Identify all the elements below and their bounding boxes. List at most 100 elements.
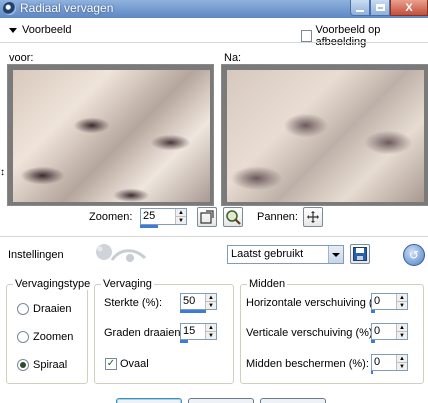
pan-handle-icon: ↕ [0,167,5,178]
radio-draaien[interactable]: Draaien [17,303,72,315]
radio-spiraal[interactable]: Spiraal [17,359,67,371]
spin-down-icon[interactable]: ▼ [397,301,407,309]
radio-label-zoomen: Zoomen [33,331,74,343]
spin-down-icon[interactable]: ▼ [397,331,407,339]
preview-on-image-label: Voorbeeld op afbeelding [315,24,381,48]
radio-label-draaien: Draaien [33,303,72,315]
rotate-slider-bar[interactable] [180,340,188,343]
spin-up-icon[interactable]: ▲ [397,355,407,362]
zoom-fit-button[interactable] [197,207,217,227]
settings-divider [0,236,428,237]
spin-up-icon[interactable]: ▲ [206,324,216,331]
radio-dot-icon [20,362,26,368]
spin-up-icon[interactable]: ▲ [206,294,216,301]
zoom-spinbox[interactable]: 25 ▲ ▼ [140,208,187,225]
zoom-fit-icon [200,210,214,224]
zoom-spin-arrows[interactable]: ▲ ▼ [175,209,186,224]
spin-down-icon[interactable]: ▼ [397,362,407,370]
zoom-label: Zoomen: [89,211,133,223]
vshift-spin-arrows[interactable]: ▲ ▼ [396,324,407,339]
header-divider [0,42,428,43]
after-preview[interactable] [221,64,428,206]
window-title: Radiaal vervagen [20,1,114,15]
close-button[interactable]: X [390,0,428,16]
hshift-spin-arrows[interactable]: ▲ ▼ [396,294,407,309]
protect-spinbox[interactable]: 0 ▲ ▼ [371,354,408,371]
protect-label: Midden beschermen (%): [246,358,369,370]
preview-toggle-label: Voorbeeld [22,24,72,36]
radio-label-spiraal: Spiraal [33,359,68,371]
settings-label: Instellingen [8,249,64,261]
radio-button[interactable] [17,331,29,343]
spin-up-icon[interactable]: ▲ [397,294,407,301]
before-preview[interactable] [7,64,214,206]
zoom-value[interactable]: 25 [141,209,175,224]
help-button[interactable] [260,398,326,403]
oval-checkbox[interactable]: ✓ Ovaal [105,358,149,370]
collapse-arrow-icon [9,27,17,33]
vshift-spinbox[interactable]: 0 ▲ ▼ [371,323,408,340]
radio-zoomen[interactable]: Zoomen [17,331,73,343]
rotate-spinbox[interactable]: 15 ▲ ▼ [180,323,217,340]
minimize-icon [356,9,364,12]
spin-up-icon[interactable]: ▲ [397,324,407,331]
maximize-button[interactable] [370,0,390,16]
before-label: voor: [9,52,34,64]
watermark-logo [96,244,147,262]
pan-label: Pannen: [257,211,298,223]
spin-down-icon[interactable]: ▼ [206,301,216,309]
dropdown-arrow-icon[interactable] [328,246,343,263]
cancel-button[interactable] [188,398,254,403]
zoom-actual-size-button[interactable] [223,207,243,227]
reset-button[interactable]: ↺ [403,244,425,266]
floppy-disk-icon [353,247,367,261]
spin-down-icon[interactable]: ▼ [176,216,186,224]
rotate-spin-arrows[interactable]: ▲ ▼ [205,324,216,339]
preset-dropdown[interactable]: Laatst gebruikt [227,245,344,264]
strength-spinbox[interactable]: 50 ▲ ▼ [180,293,217,310]
app-icon[interactable] [3,2,16,15]
preset-value: Laatst gebruikt [231,248,304,260]
radio-button[interactable] [17,303,29,315]
hshift-label: Horizontale verschuiving (%): [246,297,390,309]
spin-up-icon[interactable]: ▲ [176,209,186,216]
protect-value[interactable]: 0 [372,355,396,370]
close-icon: X [405,1,413,14]
hshift-spinbox[interactable]: 0 ▲ ▼ [371,293,408,310]
strength-label: Sterkte (%): [104,297,163,309]
maximize-icon [375,4,385,11]
center-title: Midden [247,278,288,290]
oval-label: Ovaal [120,358,149,370]
radio-button-selected[interactable] [17,359,29,371]
rotate-value[interactable]: 15 [181,324,205,339]
strength-slider-bar[interactable] [180,310,206,313]
reset-arrow-icon: ↺ [408,248,420,262]
protect-slider-bar[interactable] [371,371,373,374]
blur-type-group: Vervagingstype Draaien Zoomen Spiraal [6,278,93,384]
vshift-value[interactable]: 0 [372,324,396,339]
minimize-button[interactable] [350,0,370,16]
blur-title: Vervaging [101,278,154,290]
strength-value[interactable]: 50 [181,294,205,309]
protect-spin-arrows[interactable]: ▲ ▼ [396,355,407,370]
ok-button[interactable] [116,398,182,403]
blur-type-title: Vervagingstype [13,278,93,290]
zoom-slider-bar[interactable] [140,225,158,228]
vshift-slider-bar[interactable] [371,340,375,343]
after-label: Na: [224,52,242,64]
pan-button[interactable] [303,207,323,227]
save-preset-button[interactable] [350,244,370,264]
checkbox-box[interactable] [301,30,313,42]
before-image [13,70,210,202]
checkbox-checked-icon[interactable]: ✓ [105,358,117,370]
hshift-slider-bar[interactable] [371,310,375,313]
strength-spin-arrows[interactable]: ▲ ▼ [205,294,216,309]
move-icon [307,211,319,223]
after-image [227,70,424,202]
vshift-label: Verticale verschuiving (%): [246,327,376,339]
spin-down-icon[interactable]: ▼ [206,331,216,339]
preview-toggle[interactable]: Voorbeeld [9,24,72,36]
hshift-value[interactable]: 0 [372,294,396,309]
magnifier-icon [226,210,241,225]
preview-on-image-checkbox[interactable]: Voorbeeld op afbeelding [301,24,428,48]
